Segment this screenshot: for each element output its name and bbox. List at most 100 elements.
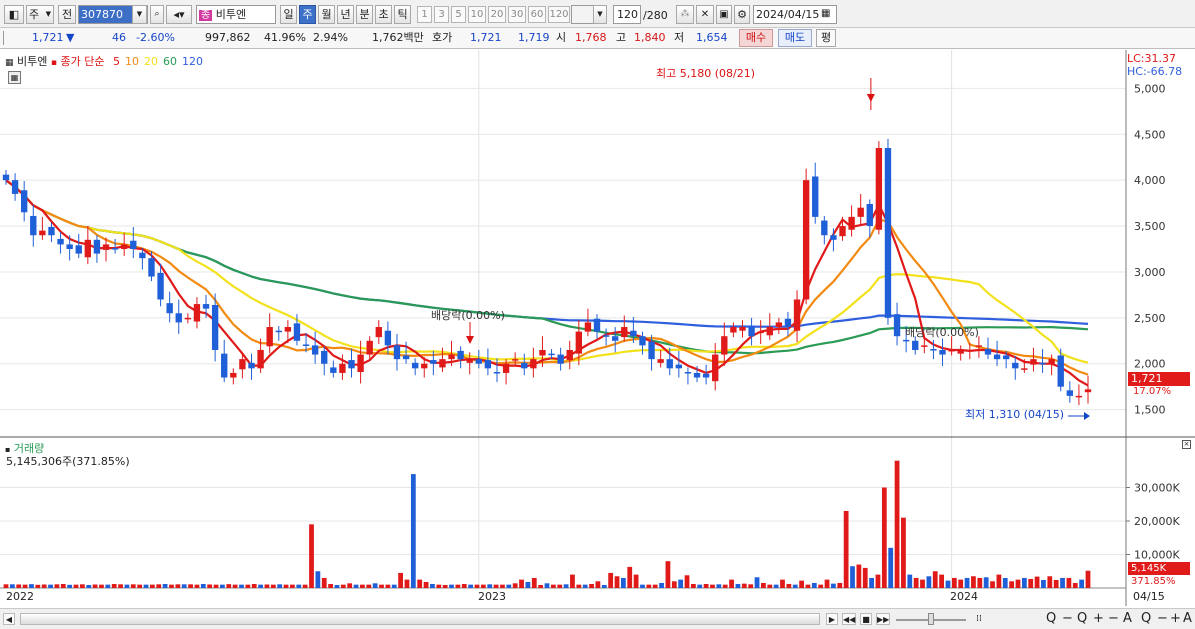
zoom-slider-handle[interactable] bbox=[928, 613, 934, 625]
candle-body bbox=[521, 362, 528, 369]
code-dropdown-icon[interactable]: ▼ bbox=[132, 5, 147, 24]
link-icon[interactable]: ⁂ bbox=[676, 5, 694, 24]
volume-bar bbox=[270, 584, 276, 588]
panel-close-icon[interactable]: × bbox=[1182, 440, 1191, 449]
candle-body bbox=[693, 372, 701, 378]
candle-body bbox=[339, 363, 346, 373]
count-input[interactable]: 120 bbox=[613, 5, 641, 24]
candle-body bbox=[602, 335, 610, 337]
interval-button-5[interactable]: 5 bbox=[451, 6, 466, 23]
scroll-thumb[interactable] bbox=[20, 613, 820, 625]
candle-body bbox=[421, 363, 428, 369]
period-button-5[interactable]: 초 bbox=[375, 5, 392, 24]
scroll-right-icon[interactable]: ▶ bbox=[826, 613, 838, 625]
candle-body bbox=[484, 360, 492, 369]
zoom-grip-icon[interactable]: ⁞⁞ bbox=[970, 612, 988, 626]
candle-body bbox=[102, 244, 110, 250]
volume-bar bbox=[964, 577, 970, 588]
candle-body bbox=[75, 245, 82, 254]
minus-icon-2[interactable]: − bbox=[1108, 611, 1119, 626]
save-icon[interactable]: ▣ bbox=[716, 5, 732, 24]
legend-ma-60: 60 bbox=[162, 55, 177, 68]
volume-bar bbox=[990, 581, 995, 588]
volume-bar bbox=[939, 574, 944, 588]
eval-button[interactable]: 평 bbox=[816, 29, 836, 47]
period-button-4[interactable]: 분 bbox=[356, 5, 373, 24]
interval-dropdown-icon[interactable]: ▼ bbox=[593, 5, 607, 24]
candle-body bbox=[202, 304, 210, 309]
zoom-in-icon[interactable]: Q bbox=[1077, 611, 1087, 626]
candle-body bbox=[748, 327, 755, 337]
interval-button-10[interactable]: 10 bbox=[468, 6, 486, 23]
volume-bar bbox=[601, 584, 607, 588]
type-select[interactable]: 주 ▼ bbox=[26, 5, 54, 24]
stock-chart[interactable]: 5,000 4,500 4,000 3,500 3,000 2,500 2,000 1,500… bbox=[0, 50, 1195, 629]
sell-button[interactable]: 매도 bbox=[778, 29, 812, 47]
minus-icon-3[interactable]: − bbox=[1157, 611, 1168, 626]
plus-icon[interactable]: + bbox=[1093, 611, 1104, 626]
interval-button-3[interactable]: 3 bbox=[434, 6, 449, 23]
interval-button-30[interactable]: 30 bbox=[508, 6, 526, 23]
gear-icon[interactable]: ⚙ bbox=[734, 5, 750, 24]
stock-name-field[interactable]: 종 비투엔 bbox=[196, 5, 276, 24]
interval-button-60[interactable]: 60 bbox=[528, 6, 546, 23]
candle-body bbox=[211, 304, 219, 350]
interval-button-1[interactable]: 1 bbox=[417, 6, 432, 23]
volume-bar bbox=[703, 583, 709, 588]
candle-body bbox=[39, 230, 46, 236]
interval-button-120[interactable]: 120 bbox=[548, 6, 570, 23]
candle-body bbox=[466, 359, 473, 363]
font-size-icon[interactable]: A bbox=[1123, 611, 1132, 626]
interval-button-20[interactable]: 20 bbox=[488, 6, 506, 23]
candle-body bbox=[684, 372, 692, 374]
legend-toggle-icon[interactable]: ▦ bbox=[5, 58, 14, 68]
stop-icon[interactable]: ■ bbox=[860, 613, 872, 625]
candle-body bbox=[557, 354, 564, 364]
y-tick-label: 2,000 bbox=[1134, 358, 1166, 371]
x-label-2024: 2024 bbox=[950, 590, 978, 603]
volume-bar bbox=[640, 584, 645, 588]
speaker-icon[interactable]: ◂▾ bbox=[166, 5, 192, 24]
volume-bar bbox=[137, 584, 143, 588]
candle-body bbox=[566, 349, 573, 361]
calculator-icon[interactable]: ▦ bbox=[8, 71, 21, 84]
prev-button[interactable]: 전 bbox=[58, 5, 76, 24]
volume-bar bbox=[468, 584, 474, 588]
volume-bar bbox=[958, 579, 964, 588]
cross-tool-icon[interactable]: ✕ bbox=[696, 5, 714, 24]
period-button-0[interactable]: 일 bbox=[280, 5, 297, 24]
buy-button[interactable]: 매수 bbox=[739, 29, 773, 47]
volume-bar bbox=[1047, 576, 1053, 588]
volume-bar bbox=[576, 584, 582, 588]
candle-body bbox=[848, 216, 855, 230]
calendar-icon[interactable]: ▦ bbox=[821, 8, 830, 19]
text-icon[interactable]: A bbox=[1183, 611, 1192, 626]
forward-icon[interactable]: ▶▶ bbox=[876, 613, 890, 625]
zoom-out-2-icon[interactable]: Q bbox=[1141, 611, 1151, 626]
volume-bar bbox=[773, 584, 779, 588]
plus-icon-2[interactable]: + bbox=[1170, 611, 1181, 626]
minus-icon[interactable]: − bbox=[1062, 611, 1073, 626]
volume-bar bbox=[455, 584, 461, 588]
search-icon[interactable]: ⌕ bbox=[150, 5, 164, 24]
amount-value: 1,762백만 bbox=[372, 31, 424, 44]
volume-bar bbox=[620, 577, 626, 588]
zoom-out-icon[interactable]: Q bbox=[1046, 611, 1056, 626]
chart-menu-icon[interactable]: ◧ bbox=[4, 5, 24, 24]
period-button-6[interactable]: 틱 bbox=[394, 5, 411, 24]
period-button-3[interactable]: 년 bbox=[337, 5, 354, 24]
candle-body bbox=[984, 349, 992, 355]
volume-bar bbox=[729, 579, 734, 588]
volume-bar bbox=[3, 584, 9, 588]
period-button-1[interactable]: 주 bbox=[299, 5, 316, 24]
scroll-left-icon[interactable]: ◀ bbox=[3, 613, 15, 625]
volume-bar bbox=[888, 547, 894, 588]
chart-scrollbar[interactable]: ◀ ▶ ◀◀ ■ ▶▶ ⁞⁞ Q − Q + − A Q − + A bbox=[0, 608, 1195, 629]
candle-body bbox=[348, 360, 355, 369]
low-value: 1,654 bbox=[696, 31, 728, 44]
candle-body bbox=[957, 349, 964, 354]
volume-bar bbox=[92, 584, 98, 588]
dividend-label-2022: 배당락(0.00%) bbox=[431, 309, 505, 322]
rewind-icon[interactable]: ◀◀ bbox=[842, 613, 856, 625]
period-button-2[interactable]: 월 bbox=[318, 5, 335, 24]
